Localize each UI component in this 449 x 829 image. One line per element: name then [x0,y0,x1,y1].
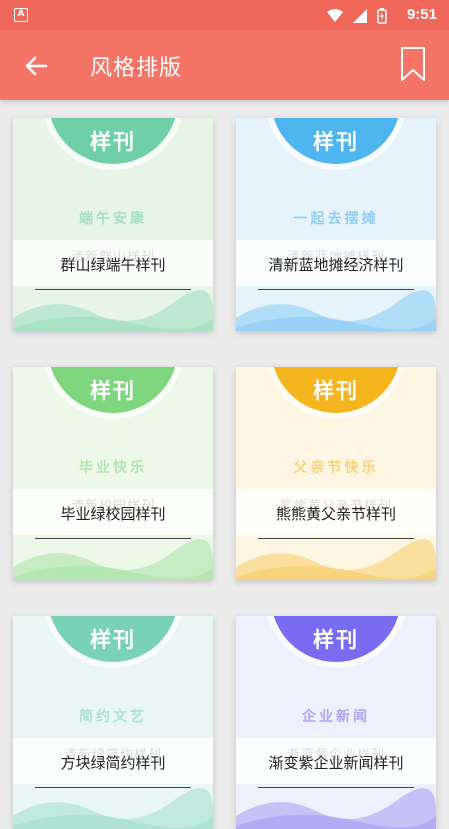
back-arrow-icon[interactable] [22,52,50,80]
template-name: 毕业绿校园样刊 [60,505,166,523]
template-card[interactable]: 样刊 端午安康 清新群山样刊 群山绿端午样刊 [13,118,213,331]
template-card[interactable]: 样刊 简约文艺 清新绿简约样刊 方块绿简约样刊 [13,616,213,829]
template-subtitle: 简约文艺 [79,709,147,725]
name-underline [35,538,191,539]
name-underline [258,538,414,539]
template-subtitle: 父亲节快乐 [293,460,379,476]
template-card[interactable]: 样刊 企业新闻 渐变紫企业样刊 渐变紫企业新闻样刊 [236,616,436,829]
name-underline [258,289,414,290]
toolbar: 风格排版 [0,30,449,100]
name-underline [35,787,191,788]
signal-icon [353,9,367,23]
template-name: 群山绿端午样刊 [60,256,166,274]
template-name: 熊熊黄父亲节样刊 [275,505,396,523]
template-grid: 样刊 端午安康 清新群山样刊 群山绿端午样刊 样刊 一起去摆摊 清新蓝地摊样刊 清新蓝地摊经济… [0,100,449,829]
template-subtitle: 端午安康 [79,211,147,227]
bookmark-icon[interactable] [399,46,427,82]
template-subtitle: 企业新闻 [302,709,370,725]
status-icons [327,8,387,24]
template-name: 方块绿简约样刊 [60,754,166,772]
name-underline [258,787,414,788]
template-name: 清新蓝地摊经济样刊 [268,256,404,274]
status-bar: A 9:51 [0,0,449,30]
template-card[interactable]: 样刊 毕业快乐 清新校园样刊 毕业绿校园样刊 [13,367,213,580]
template-subtitle: 一起去摆摊 [293,211,379,227]
template-card[interactable]: 样刊 一起去摆摊 清新蓝地摊样刊 清新蓝地摊经济样刊 [236,118,436,331]
template-card[interactable]: 样刊 父亲节快乐 熊熊黄父亲节样刊 熊熊黄父亲节样刊 [236,367,436,580]
template-subtitle: 毕业快乐 [79,460,147,476]
status-time: 9:51 [406,6,437,23]
app-notification-icon: A [14,8,28,22]
wifi-icon [327,9,343,22]
page-title: 风格排版 [90,56,183,81]
name-underline [35,289,191,290]
template-name: 渐变紫企业新闻样刊 [268,754,404,772]
battery-icon [377,8,387,24]
